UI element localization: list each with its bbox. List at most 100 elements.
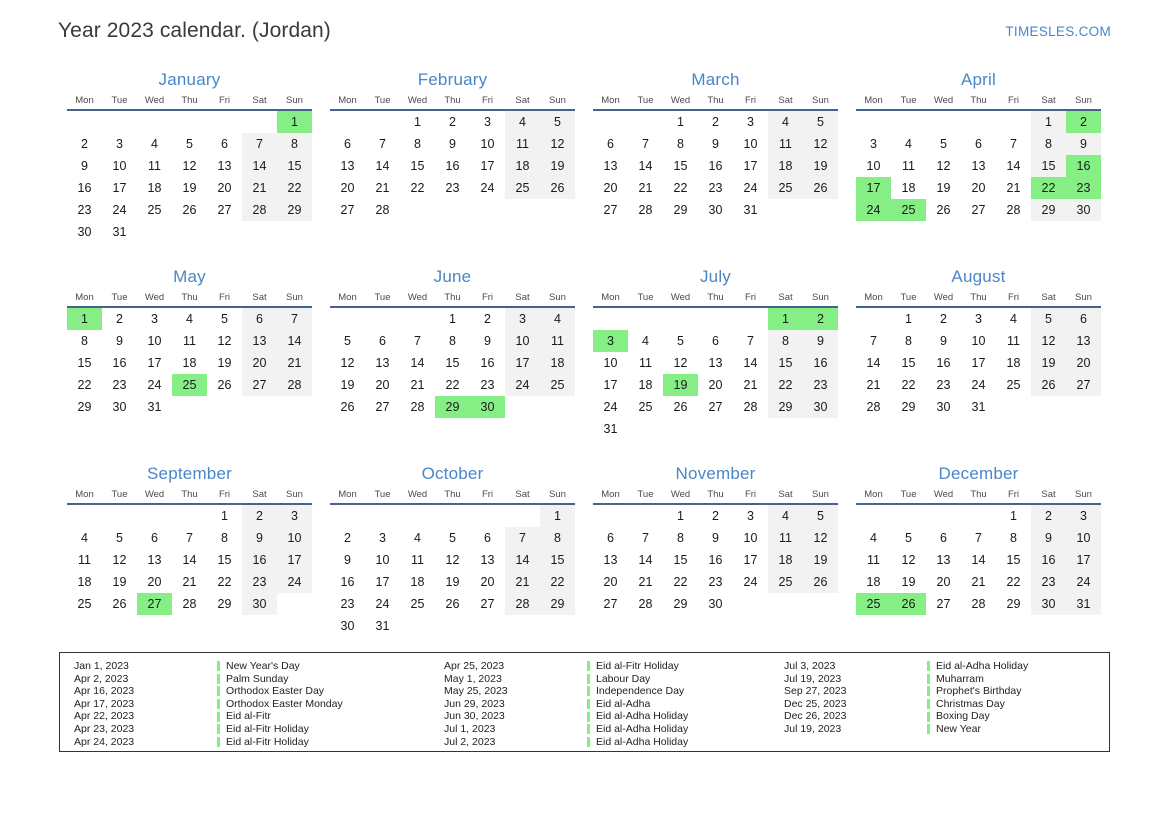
day-cell[interactable]: 22	[540, 571, 575, 593]
day-cell[interactable]: 5	[435, 527, 470, 549]
day-cell[interactable]: 30	[803, 396, 838, 418]
day-cell[interactable]: 13	[242, 330, 277, 352]
day-cell[interactable]: 2	[926, 308, 961, 330]
day-cell[interactable]: 14	[628, 549, 663, 571]
day-cell[interactable]: 17	[470, 155, 505, 177]
day-cell[interactable]: 23	[435, 177, 470, 199]
day-cell[interactable]: 9	[67, 155, 102, 177]
day-cell[interactable]: 4	[400, 527, 435, 549]
day-cell[interactable]: 20	[593, 177, 628, 199]
day-cell[interactable]: 26	[207, 374, 242, 396]
day-cell[interactable]: 17	[961, 352, 996, 374]
day-cell[interactable]: 8	[996, 527, 1031, 549]
day-cell[interactable]: 11	[540, 330, 575, 352]
day-cell[interactable]: 10	[505, 330, 540, 352]
day-cell[interactable]: 12	[435, 549, 470, 571]
day-cell[interactable]: 28	[628, 593, 663, 615]
day-cell[interactable]: 5	[172, 133, 207, 155]
day-cell[interactable]: 29	[891, 396, 926, 418]
day-cell[interactable]: 17	[277, 549, 312, 571]
day-cell[interactable]: 17	[733, 155, 768, 177]
day-cell[interactable]: 25	[891, 199, 926, 221]
day-cell[interactable]: 3	[470, 111, 505, 133]
day-cell[interactable]: 19	[435, 571, 470, 593]
day-cell[interactable]: 18	[856, 571, 891, 593]
day-cell[interactable]: 21	[733, 374, 768, 396]
day-cell[interactable]: 10	[961, 330, 996, 352]
day-cell[interactable]: 17	[365, 571, 400, 593]
day-cell[interactable]: 9	[330, 549, 365, 571]
day-cell[interactable]: 2	[67, 133, 102, 155]
day-cell[interactable]: 5	[663, 330, 698, 352]
day-cell[interactable]: 12	[540, 133, 575, 155]
day-cell[interactable]: 12	[803, 527, 838, 549]
day-cell[interactable]: 10	[365, 549, 400, 571]
day-cell[interactable]: 13	[698, 352, 733, 374]
day-cell[interactable]: 25	[768, 571, 803, 593]
day-cell[interactable]: 22	[277, 177, 312, 199]
day-cell[interactable]: 9	[698, 527, 733, 549]
day-cell[interactable]: 13	[470, 549, 505, 571]
day-cell[interactable]: 11	[768, 527, 803, 549]
day-cell[interactable]: 26	[663, 396, 698, 418]
day-cell[interactable]: 13	[137, 549, 172, 571]
day-cell[interactable]: 22	[67, 374, 102, 396]
day-cell[interactable]: 2	[330, 527, 365, 549]
day-cell[interactable]: 9	[803, 330, 838, 352]
day-cell[interactable]: 7	[172, 527, 207, 549]
day-cell[interactable]: 26	[435, 593, 470, 615]
day-cell[interactable]: 23	[102, 374, 137, 396]
day-cell[interactable]: 30	[698, 199, 733, 221]
day-cell[interactable]: 10	[733, 133, 768, 155]
day-cell[interactable]: 17	[505, 352, 540, 374]
day-cell[interactable]: 19	[803, 155, 838, 177]
day-cell[interactable]: 5	[540, 111, 575, 133]
day-cell[interactable]: 31	[1066, 593, 1101, 615]
day-cell[interactable]: 1	[207, 505, 242, 527]
day-cell[interactable]: 22	[768, 374, 803, 396]
day-cell[interactable]: 30	[102, 396, 137, 418]
day-cell[interactable]: 31	[733, 199, 768, 221]
day-cell[interactable]: 11	[768, 133, 803, 155]
day-cell[interactable]: 28	[400, 396, 435, 418]
day-cell[interactable]: 1	[663, 505, 698, 527]
day-cell[interactable]: 5	[803, 111, 838, 133]
day-cell[interactable]: 28	[961, 593, 996, 615]
day-cell[interactable]: 27	[365, 396, 400, 418]
day-cell[interactable]: 7	[505, 527, 540, 549]
day-cell[interactable]: 4	[891, 133, 926, 155]
day-cell[interactable]: 26	[926, 199, 961, 221]
day-cell[interactable]: 9	[926, 330, 961, 352]
day-cell[interactable]: 5	[102, 527, 137, 549]
day-cell[interactable]: 29	[277, 199, 312, 221]
day-cell[interactable]: 14	[505, 549, 540, 571]
day-cell[interactable]: 18	[891, 177, 926, 199]
day-cell[interactable]: 21	[628, 177, 663, 199]
day-cell[interactable]: 25	[172, 374, 207, 396]
day-cell[interactable]: 15	[996, 549, 1031, 571]
day-cell[interactable]: 23	[1031, 571, 1066, 593]
day-cell[interactable]: 6	[961, 133, 996, 155]
day-cell[interactable]: 22	[663, 177, 698, 199]
day-cell[interactable]: 19	[330, 374, 365, 396]
day-cell[interactable]: 4	[996, 308, 1031, 330]
day-cell[interactable]: 7	[856, 330, 891, 352]
day-cell[interactable]: 10	[470, 133, 505, 155]
day-cell[interactable]: 5	[926, 133, 961, 155]
day-cell[interactable]: 9	[435, 133, 470, 155]
day-cell[interactable]: 3	[277, 505, 312, 527]
day-cell[interactable]: 31	[593, 418, 628, 440]
day-cell[interactable]: 22	[996, 571, 1031, 593]
day-cell[interactable]: 11	[891, 155, 926, 177]
day-cell[interactable]: 30	[698, 593, 733, 615]
day-cell[interactable]: 4	[768, 111, 803, 133]
day-cell[interactable]: 21	[172, 571, 207, 593]
day-cell[interactable]: 24	[856, 199, 891, 221]
day-cell[interactable]: 24	[470, 177, 505, 199]
day-cell[interactable]: 18	[505, 155, 540, 177]
day-cell[interactable]: 19	[803, 549, 838, 571]
day-cell[interactable]: 8	[663, 527, 698, 549]
day-cell[interactable]: 4	[856, 527, 891, 549]
day-cell[interactable]: 26	[330, 396, 365, 418]
day-cell[interactable]: 20	[961, 177, 996, 199]
